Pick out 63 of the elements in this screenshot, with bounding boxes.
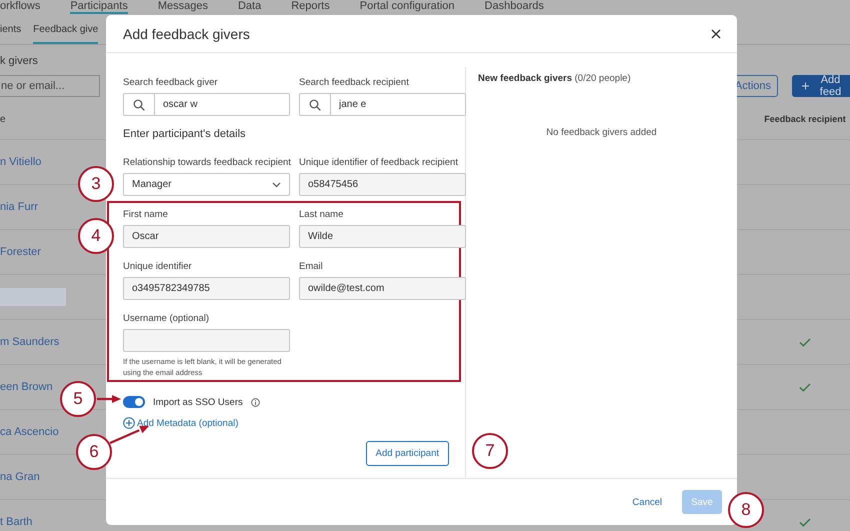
nav-tab[interactable]: Data [238, 0, 262, 14]
field-label: Unique identifier of feedback recipient [299, 157, 459, 168]
participant-name-link[interactable]: n Vitiello [0, 156, 42, 168]
annotation-arrow [110, 426, 149, 444]
participant-name-link[interactable]: ca Ascencio [0, 426, 59, 438]
step-number-badge: 6 [76, 434, 112, 470]
empty-state-text: No feedback givers added [545, 127, 658, 138]
participant-name-link[interactable]: t Barth [0, 516, 32, 528]
cancel-button[interactable]: Cancel [626, 496, 668, 508]
toggle-switch[interactable] [123, 396, 145, 408]
input-field[interactable]: o3495782349785 [123, 277, 290, 300]
input-field[interactable]: Wilde [299, 225, 466, 248]
input-field[interactable]: owilde@test.com [299, 277, 466, 300]
sub-tab[interactable]: Feedback give [33, 24, 98, 44]
search-icon [309, 98, 321, 110]
step-number-badge: 4 [78, 218, 114, 254]
participant-name-link[interactable]: m Saunders [0, 336, 60, 348]
relationship-dropdown[interactable]: Manager [123, 173, 290, 196]
participant-name-link[interactable]: nia Furr [0, 201, 38, 213]
plus-icon [802, 81, 810, 91]
loading-placeholder [0, 288, 66, 306]
field-label: Unique identifier [123, 261, 193, 272]
field-label: Username (optional) [123, 313, 210, 324]
participant-name-link[interactable]: een Brown [0, 381, 53, 393]
search-icon [133, 98, 145, 110]
add-button[interactable]: Add feed [792, 75, 850, 97]
input-field[interactable] [123, 329, 290, 352]
field-label: Email [299, 261, 324, 272]
participant-name-link[interactable]: Forester [0, 246, 41, 258]
close-button[interactable] [709, 26, 723, 40]
field-label: Relationship towards feedback recipient [123, 157, 290, 168]
chevron-down-icon [272, 182, 281, 188]
field-label: Search feedback giver [123, 77, 219, 88]
step-number-badge: 5 [60, 381, 96, 417]
page-heading: k givers [0, 54, 39, 69]
nav-tab[interactable]: Messages [158, 0, 208, 14]
search-field[interactable]: oscar w [123, 93, 290, 116]
section-title: Enter participant's details [123, 128, 247, 140]
dialog-title: Add feedback givers [123, 26, 250, 42]
nav-tab[interactable]: orkflows [0, 0, 40, 14]
input-field[interactable]: Oscar [123, 225, 290, 248]
column-header: e [0, 114, 6, 124]
add-metadata-link[interactable]: Add Metadata (optional) [123, 417, 238, 429]
info-icon [250, 398, 260, 406]
sub-tab[interactable]: ients [0, 24, 22, 44]
participant-name-link[interactable]: na Gran [0, 471, 40, 483]
nav-tab[interactable]: Reports [291, 0, 330, 14]
annotation-arrow [97, 395, 121, 403]
column-header: Feedback recipient [763, 114, 847, 124]
nav-tab[interactable]: Portal configuration [360, 0, 455, 14]
search-field[interactable]: ne or email... [0, 75, 100, 97]
add-participant-button[interactable]: Add participant [366, 441, 449, 466]
plus-circle-icon [123, 417, 135, 429]
toggle-label: Import as SSO Users [153, 396, 243, 408]
field-label: First name [123, 209, 169, 220]
step-number-badge: 3 [78, 166, 114, 202]
field-label: Search feedback recipient [299, 77, 410, 88]
field-label: Last name [299, 209, 344, 220]
step-number-badge: 8 [728, 492, 764, 528]
input-field[interactable]: o58475456 [299, 173, 466, 196]
nav-tab[interactable]: Dashboards [484, 0, 544, 14]
panel-title: New feedback givers (0/20 people) [478, 73, 632, 84]
search-field[interactable]: jane e [299, 93, 466, 116]
